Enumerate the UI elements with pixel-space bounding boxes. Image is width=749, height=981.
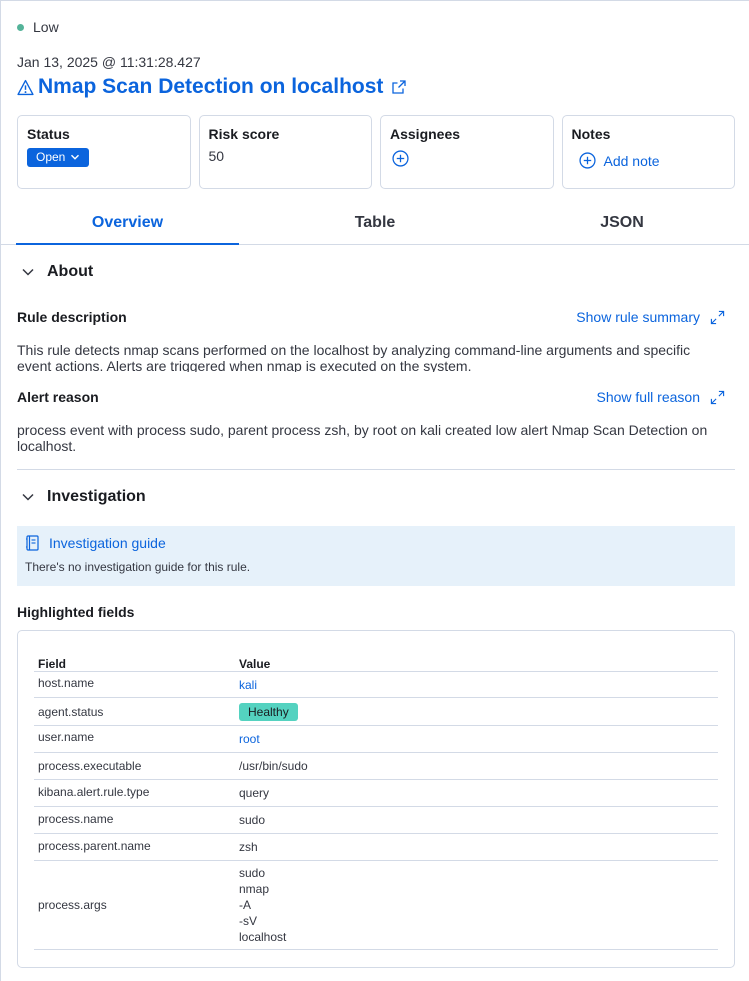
- about-section-toggle[interactable]: About: [21, 263, 93, 281]
- highlighted-fields-table: Field Value host.name kali agent.status …: [17, 630, 735, 968]
- process-arg: -sV: [239, 914, 257, 928]
- severity-label: Low: [33, 19, 59, 35]
- show-rule-summary-label: Show rule summary: [576, 309, 700, 325]
- process-arg: -A: [239, 898, 251, 912]
- field-value: /usr/bin/sudo: [239, 759, 308, 773]
- chevron-down-icon: [71, 154, 80, 160]
- alert-title[interactable]: Nmap Scan Detection on localhost: [38, 75, 383, 99]
- table-row: process.parent.name zsh: [34, 834, 718, 861]
- status-value: Open: [36, 150, 66, 164]
- host-name-link[interactable]: kali: [239, 678, 257, 692]
- notes-card: Notes Add note: [561, 115, 735, 189]
- alert-reason-text: process event with process sudo, parent …: [17, 422, 708, 454]
- show-full-reason-link[interactable]: Show full reason: [596, 389, 725, 405]
- external-link-icon[interactable]: [391, 79, 407, 95]
- section-divider: [17, 469, 735, 470]
- risk-score-label: Risk score: [208, 126, 280, 142]
- investigation-guide-empty-text: There's no investigation guide for this …: [25, 560, 251, 574]
- alert-reason-label: Alert reason: [17, 389, 99, 405]
- field-value: sudo: [239, 813, 266, 827]
- show-rule-summary-link[interactable]: Show rule summary: [576, 309, 725, 325]
- table-row: process.args sudo nmap -A -sV localhost: [34, 861, 718, 950]
- table-row: kibana.alert.rule.type query: [34, 780, 718, 807]
- field-value: Healthy: [239, 702, 718, 721]
- rule-description-label: Rule description: [17, 309, 127, 325]
- investigation-section-toggle[interactable]: Investigation: [21, 488, 146, 506]
- expand-icon: [710, 310, 725, 324]
- plus-circle-icon: [578, 152, 596, 169]
- alert-timestamp: Jan 13, 2025 @ 11:31:28.427: [17, 54, 201, 70]
- notes-label: Notes: [571, 126, 611, 142]
- status-dropdown[interactable]: Open: [27, 148, 90, 167]
- table-row: process.name sudo: [34, 807, 718, 834]
- severity-dot-icon: [17, 23, 24, 31]
- field-value-list: sudo nmap -A -sV localhost: [239, 865, 718, 945]
- tab-overview[interactable]: Overview: [16, 204, 239, 245]
- alert-summary-cards: Status Open Risk score 50 Assignees Note…: [17, 115, 735, 189]
- add-assignee-plus-icon[interactable]: [392, 150, 409, 167]
- field-value: query: [239, 786, 270, 800]
- table-row: agent.status Healthy: [34, 698, 718, 726]
- alert-title-row[interactable]: Nmap Scan Detection on localhost: [17, 75, 407, 99]
- tab-bar: Overview Table JSON: [1, 204, 749, 245]
- investigation-section-title: Investigation: [47, 488, 146, 505]
- field-name: process.args: [38, 898, 107, 912]
- field-name: process.parent.name: [38, 839, 151, 853]
- field-value-link: kali: [239, 678, 718, 692]
- investigation-guide-panel: Investigation guide There's no investiga…: [17, 526, 735, 586]
- chevron-down-icon: [22, 268, 34, 276]
- field-name: agent.status: [38, 704, 104, 719]
- field-name: process.executable: [38, 759, 142, 773]
- add-note-label: Add note: [603, 152, 660, 169]
- warning-icon: [17, 79, 34, 95]
- agent-status-badge: Healthy: [239, 702, 298, 721]
- add-note-button[interactable]: Add note: [572, 152, 726, 169]
- table-row: host.name kali: [34, 672, 718, 698]
- status-card-label: Status: [27, 126, 70, 142]
- tab-table[interactable]: Table: [239, 204, 511, 244]
- show-full-reason-label: Show full reason: [596, 389, 700, 405]
- field-name: user.name: [38, 730, 95, 744]
- process-arg: sudo: [239, 866, 266, 880]
- rule-description-text: This rule detects nmap scans performed o…: [17, 342, 691, 372]
- investigation-guide-title: Investigation guide: [49, 535, 166, 551]
- process-arg: localhost: [239, 930, 287, 944]
- field-name: process.name: [38, 812, 114, 826]
- field-value-link: root: [239, 732, 718, 746]
- column-header-field: Field: [38, 657, 67, 671]
- highlighted-fields-title: Highlighted fields: [17, 604, 135, 620]
- risk-score-value: 50: [208, 148, 225, 164]
- assignees-card: Assignees: [380, 115, 554, 189]
- table-row: process.executable /usr/bin/sudo: [34, 753, 718, 780]
- assignees-label: Assignees: [390, 126, 461, 142]
- user-name-link[interactable]: root: [239, 732, 260, 746]
- chevron-down-icon: [22, 493, 34, 501]
- expand-icon: [710, 390, 725, 404]
- field-value: zsh: [239, 840, 258, 854]
- column-header-value: Value: [239, 657, 271, 671]
- tab-json[interactable]: JSON: [511, 204, 733, 244]
- field-name: kibana.alert.rule.type: [38, 785, 150, 799]
- investigation-guide-link[interactable]: Investigation guide: [25, 535, 727, 551]
- about-section-title: About: [47, 263, 94, 280]
- book-icon: [26, 535, 39, 551]
- process-arg: nmap: [239, 882, 270, 896]
- severity-indicator: Low: [17, 19, 59, 35]
- risk-score-card: Risk score 50: [198, 115, 372, 189]
- field-name: host.name: [38, 675, 95, 690]
- status-card: Status Open: [17, 115, 191, 189]
- table-row: user.name root: [34, 726, 718, 753]
- table-header-row: Field Value: [34, 647, 718, 672]
